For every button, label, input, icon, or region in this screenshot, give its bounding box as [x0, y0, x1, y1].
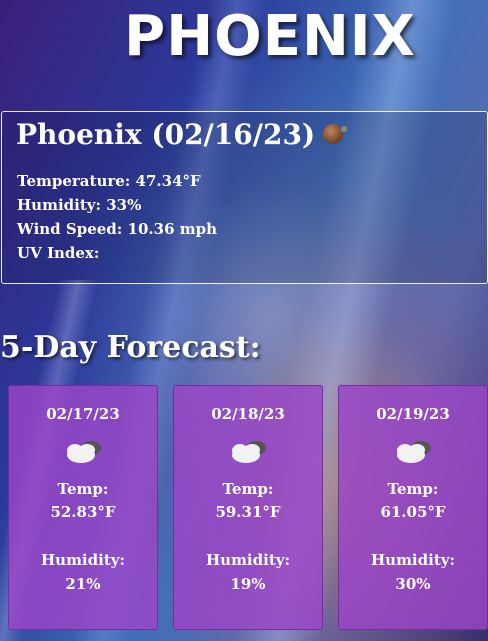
current-weather-panel: Phoenix (02/16/23) Temperature: 47.34°F … [1, 111, 488, 284]
current-weather-heading: Phoenix (02/16/23) [16, 118, 348, 151]
forecast-card: 02/19/23 Temp: 61.05°F Humidity: 30% [338, 385, 488, 630]
forecast-humidity-label: Humidity: [370, 551, 456, 569]
current-humidity: Humidity: 33% [17, 196, 142, 214]
current-wind-speed: Wind Speed: 10.36 mph [17, 220, 218, 238]
current-heading-text: Phoenix (02/16/23) [16, 118, 316, 151]
page-title: PHOENIX [124, 4, 416, 69]
forecast-humidity: 30% [395, 575, 431, 593]
forecast-temp: 61.05°F [380, 503, 446, 521]
cloud-icon [67, 441, 101, 463]
current-uv-index: UV Index: [17, 244, 100, 262]
forecast-date: 02/18/23 [211, 405, 285, 423]
forecast-temp: 59.31°F [215, 503, 281, 521]
forecast-temp-label: Temp: [387, 480, 439, 498]
moon-clear-icon [323, 123, 348, 144]
forecast-humidity: 21% [65, 575, 101, 593]
cloud-icon [397, 441, 431, 463]
forecast-humidity-label: Humidity: [40, 551, 126, 569]
current-temperature: Temperature: 47.34°F [17, 172, 201, 190]
forecast-date: 02/19/23 [376, 405, 450, 423]
forecast-card: 02/18/23 Temp: 59.31°F Humidity: 19% [173, 385, 323, 630]
forecast-temp-label: Temp: [222, 480, 274, 498]
forecast-temp-label: Temp: [57, 480, 109, 498]
forecast-humidity: 19% [230, 575, 266, 593]
forecast-humidity-label: Humidity: [205, 551, 291, 569]
forecast-temp: 52.83°F [50, 503, 116, 521]
forecast-title: 5-Day Forecast: [0, 330, 261, 365]
forecast-card: 02/17/23 Temp: 52.83°F Humidity: 21% [8, 385, 158, 630]
forecast-date: 02/17/23 [46, 405, 120, 423]
cloud-icon [232, 441, 266, 463]
